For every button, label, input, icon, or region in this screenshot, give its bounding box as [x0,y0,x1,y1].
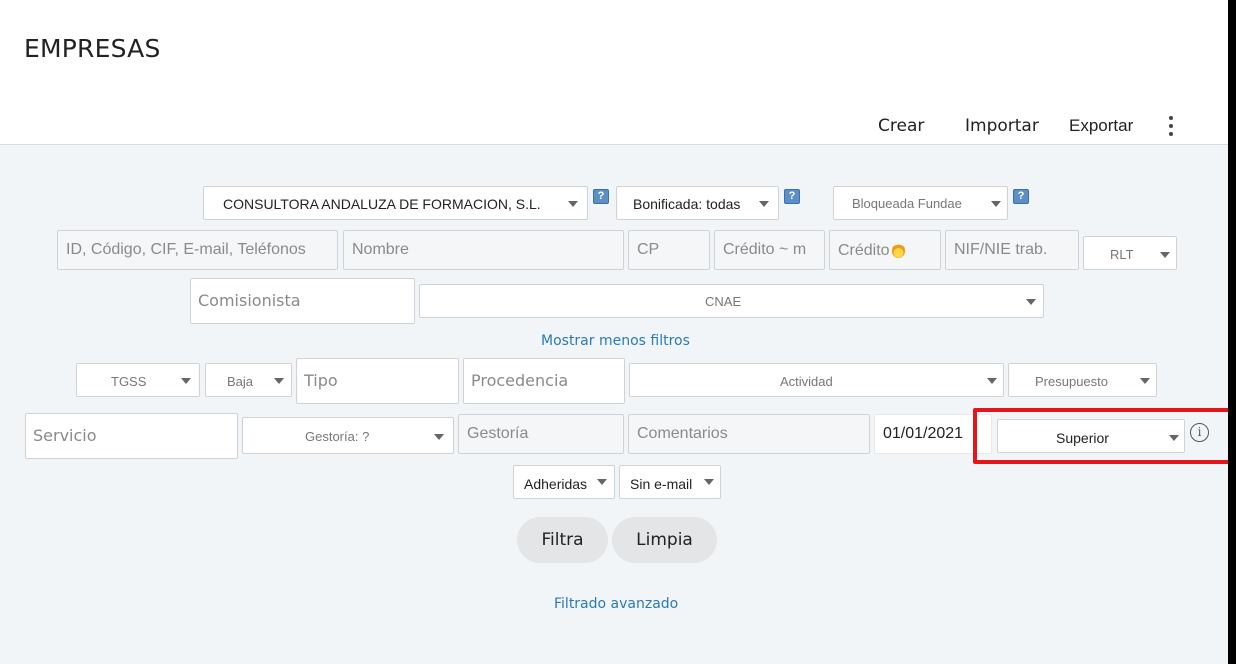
adheridas-select[interactable]: Adheridas [513,465,615,499]
company-select-value: CONSULTORA ANDALUZA DE FORMACION, S.L. [223,196,541,212]
crear-link[interactable]: Crear [878,116,924,136]
chevron-down-icon [1026,299,1036,305]
rlt-select[interactable]: RLT [1083,236,1177,270]
presupuesto-select-value: Presupuesto [1035,374,1108,389]
help-icon[interactable]: ? [1013,189,1029,204]
presupuesto-select[interactable]: Presupuesto [1008,363,1157,397]
tipo-input[interactable]: Tipo [296,358,459,404]
servicio-input[interactable]: Servicio [25,413,238,459]
chevron-down-icon [704,479,714,485]
chevron-down-icon [434,434,444,440]
gestoria-input[interactable]: Gestoría [458,414,624,454]
cnae-select[interactable]: CNAE [419,284,1044,318]
chevron-down-icon [1160,252,1170,258]
nif-input[interactable]: NIF/NIE trab. [945,230,1079,270]
credito-m-input[interactable]: Crédito ~ m [714,230,825,270]
baja-select-value: Baja [227,374,254,389]
sin-email-select-value: Sin e-mail [630,476,693,492]
rlt-select-value: RLT [1110,247,1134,262]
page-title: EMPRESAS [24,34,161,63]
gestoria-select[interactable]: Gestoría: ? [242,417,454,454]
bonificada-select-value: Bonificada: todas [633,196,741,212]
show-fewer-filters-link[interactable]: Mostrar menos filtros [541,333,690,349]
bonificada-select[interactable]: Bonificada: todas [616,186,779,220]
filter-panel [0,144,1228,664]
chevron-down-icon [568,201,578,207]
cnae-select-value: CNAE [705,294,742,309]
help-icon[interactable]: ? [784,189,800,204]
highlight-box [973,408,1234,464]
chevron-down-icon [1140,378,1150,384]
more-options-icon[interactable] [1168,116,1174,136]
exportar-link[interactable]: Exportar [1069,116,1133,136]
help-icon[interactable]: ? [593,189,609,204]
chevron-down-icon [987,378,997,384]
flame-icon [891,241,905,258]
search-input[interactable]: ID, Código, CIF, E-mail, Teléfonos [57,230,338,270]
company-select[interactable]: CONSULTORA ANDALUZA DE FORMACION, S.L. [203,186,588,220]
importar-link[interactable]: Importar [965,116,1039,136]
credito-label: Crédito [838,242,890,259]
filtra-button[interactable]: Filtra [517,517,608,563]
bloqueada-select[interactable]: Bloqueada Fundae [833,186,1008,220]
adheridas-select-value: Adheridas [524,476,588,492]
comisionista-input[interactable]: Comisionista [190,278,415,324]
bloqueada-select-value: Bloqueada Fundae [852,196,962,211]
nombre-input[interactable]: Nombre [343,230,624,270]
tgss-select[interactable]: TGSS [76,363,200,397]
sin-email-select[interactable]: Sin e-mail [619,465,721,499]
scrollbar[interactable] [1228,0,1236,664]
tgss-select-value: TGSS [111,374,147,389]
actividad-select[interactable]: Actividad [629,363,1004,397]
chevron-down-icon [597,479,607,485]
baja-select[interactable]: Baja [205,363,292,397]
chevron-down-icon [991,201,1001,207]
actividad-select-value: Actividad [780,374,833,389]
limpia-button[interactable]: Limpia [612,517,717,563]
advanced-filter-link[interactable]: Filtrado avanzado [554,596,678,612]
chevron-down-icon [181,378,191,384]
comentarios-input[interactable]: Comentarios [628,414,870,454]
procedencia-input[interactable]: Procedencia [463,358,625,404]
chevron-down-icon [274,378,284,384]
gestoria-select-value: Gestoría: ? [305,429,370,444]
cp-input[interactable]: CP [628,230,710,270]
credito-input[interactable]: Crédito [829,230,941,270]
chevron-down-icon [759,201,769,207]
